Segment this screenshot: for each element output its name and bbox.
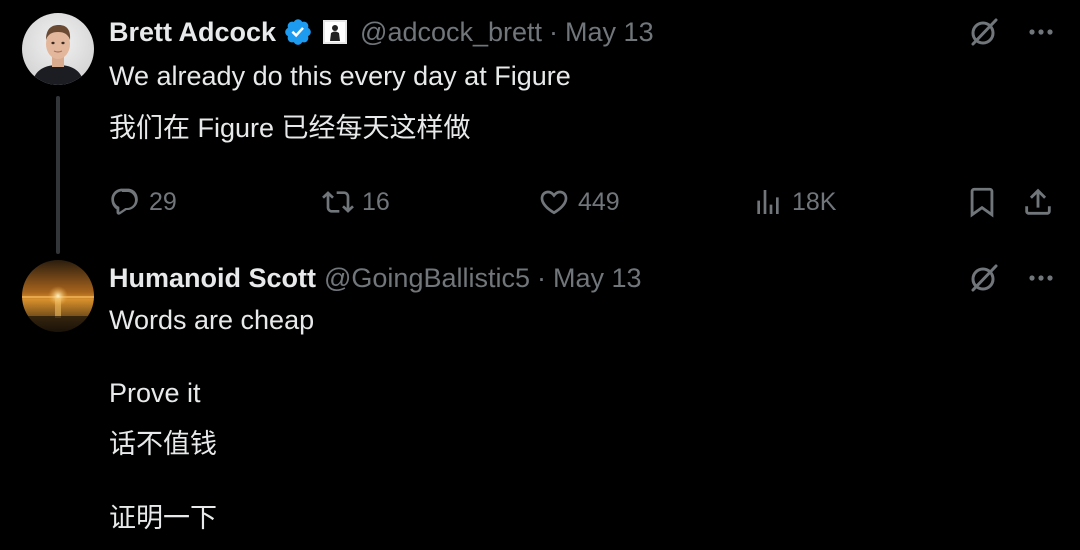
- avatar-sunset-icon: [22, 260, 94, 332]
- like-icon: [540, 190, 568, 215]
- tweet-header-controls: [968, 260, 1056, 296]
- tweet-text-line: 我们在 Figure 已经每天这样做: [109, 113, 471, 143]
- tweet-text-line: 证明一下: [109, 503, 217, 533]
- more-icon[interactable]: [1026, 263, 1056, 293]
- repost-icon: [322, 191, 354, 213]
- tweet-header: Brett Adcock @adcock_brett · May 13: [109, 14, 654, 50]
- share-icon: [1025, 188, 1051, 215]
- verified-badge-icon[interactable]: [283, 17, 313, 47]
- separator-dot: ·: [537, 262, 546, 293]
- avatar-portrait-icon: [22, 13, 94, 85]
- tweet-text-line: We already do this every day at Figure: [109, 61, 571, 91]
- like-count: 449: [578, 187, 620, 216]
- avatar-humanoid-scott[interactable]: [22, 260, 94, 332]
- views-button[interactable]: 18K: [752, 183, 836, 221]
- tweet-date[interactable]: May 13: [553, 263, 642, 294]
- like-button[interactable]: 449: [538, 183, 620, 221]
- more-icon[interactable]: [1026, 17, 1056, 47]
- bookmark-icon: [970, 187, 994, 218]
- tweet-action-bar: 29 16 449 18K: [0, 183, 1080, 221]
- reply-button[interactable]: 29: [109, 183, 177, 221]
- tweet-text-line: Words are cheap: [109, 305, 315, 335]
- user-handle[interactable]: @adcock_brett: [360, 17, 542, 48]
- separator-dot: ·: [549, 16, 559, 47]
- repost-count: 16: [362, 187, 390, 216]
- grok-icon[interactable]: [968, 262, 1000, 294]
- repost-button[interactable]: 16: [322, 183, 390, 221]
- figure-logo-icon[interactable]: [322, 19, 348, 45]
- views-icon: [757, 190, 779, 214]
- avatar-brett-adcock[interactable]: [22, 13, 94, 85]
- tweet-brett-adcock[interactable]: Brett Adcock @adcock_brett · May 13 We a…: [0, 0, 1080, 256]
- tweet-humanoid-scott[interactable]: Humanoid Scott @GoingBallistic5 · May 13…: [0, 256, 1080, 550]
- user-handle[interactable]: @GoingBallistic5: [324, 263, 530, 294]
- tweet-text-line: Prove it: [109, 378, 201, 408]
- display-name[interactable]: Brett Adcock: [109, 17, 276, 48]
- grok-icon[interactable]: [968, 16, 1000, 48]
- display-name[interactable]: Humanoid Scott: [109, 263, 316, 294]
- tweet-text-line: 话不值钱: [109, 429, 217, 459]
- bookmark-button[interactable]: [965, 183, 999, 221]
- share-button[interactable]: [1021, 183, 1055, 221]
- thread-connector-line: [56, 96, 60, 254]
- tweet-date[interactable]: May 13: [565, 17, 654, 48]
- tweet-header: Humanoid Scott @GoingBallistic5 · May 13: [109, 260, 642, 296]
- reply-count: 29: [149, 187, 177, 216]
- views-count: 18K: [792, 187, 837, 216]
- tweet-header-controls: [968, 14, 1056, 50]
- reply-icon: [111, 188, 138, 215]
